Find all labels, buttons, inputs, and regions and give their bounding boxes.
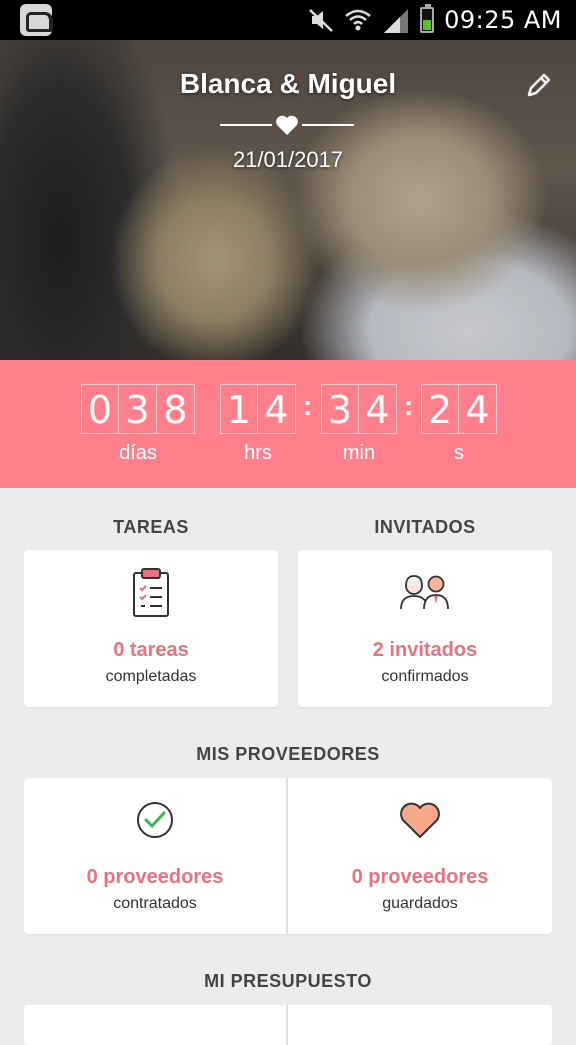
tareas-title: TAREAS	[113, 517, 189, 537]
invitados-title: INVITADOS	[374, 517, 476, 537]
contratados-subtitle: contratados	[113, 895, 197, 912]
countdown-separator: :	[303, 390, 313, 421]
countdown-digit: 2	[421, 384, 459, 434]
guardados-subtitle: guardados	[382, 895, 458, 912]
check-circle-icon	[137, 802, 173, 838]
countdown-days: 0 3 8	[81, 384, 195, 434]
guardados-count: 0 proveedores	[351, 866, 489, 888]
clipboard-icon	[133, 568, 169, 617]
invitados-count: 2 invitados	[372, 639, 478, 661]
card-divider	[286, 1005, 288, 1045]
proveedores-guardados[interactable]: 0 proveedores guardados	[288, 778, 552, 934]
guests-icon	[400, 575, 449, 610]
countdown-separator: :	[404, 390, 414, 421]
presupuesto-card[interactable]	[24, 1005, 552, 1045]
countdown-days-label: días	[119, 442, 157, 464]
status-icons: 09:25 AM	[308, 0, 562, 40]
countdown-digit: 0	[81, 384, 119, 434]
wifi-icon	[345, 9, 371, 31]
countdown-digit: 8	[157, 384, 195, 434]
presupuesto-title: MI PRESUPUESTO	[204, 971, 372, 991]
invitados-subtitle: confirmados	[381, 668, 469, 685]
wedding-date: 21/01/2017	[232, 147, 344, 172]
tareas-subtitle: completadas	[105, 668, 197, 685]
tareas-count: 0 tareas	[113, 639, 189, 661]
countdown-seconds: 2 4	[421, 384, 497, 434]
countdown-digit: 4	[459, 384, 497, 434]
countdown-digit: 3	[321, 384, 359, 434]
heart-icon	[400, 802, 440, 838]
app-icon	[20, 4, 53, 36]
countdown-seconds-label: s	[454, 442, 464, 464]
invitados-card[interactable]: 2 invitados confirmados	[298, 550, 552, 707]
clock: 09:25 AM	[444, 6, 562, 34]
tareas-card[interactable]: 0 tareas completadas	[24, 550, 278, 707]
proveedores-card: 0 proveedores contratados 0 proveedores …	[24, 778, 552, 934]
signal-icon	[384, 9, 409, 33]
heart-divider-icon	[276, 115, 298, 135]
hero-overlay: Blanca & Miguel 21/01/2017	[0, 40, 576, 360]
countdown-minutes-label: min	[342, 442, 376, 464]
battery-icon	[420, 4, 435, 33]
countdown-digit: 3	[119, 384, 157, 434]
contratados-count: 0 proveedores	[86, 866, 224, 888]
couple-name: Blanca & Miguel	[179, 68, 397, 99]
countdown-hours: 1 4	[220, 384, 296, 434]
countdown-minutes: 3 4	[321, 384, 397, 434]
countdown-digit: 4	[359, 384, 397, 434]
heart-divider	[220, 114, 354, 136]
countdown-banner: 0 3 8 1 4 : 3 4 : 2 4 días hrs min s	[0, 360, 576, 488]
mute-icon	[309, 9, 333, 32]
countdown-digit: 4	[258, 384, 296, 434]
status-bar: 09:25 AM	[0, 0, 576, 40]
countdown-digit: 1	[220, 384, 258, 434]
proveedores-title: MIS PROVEEDORES	[196, 744, 380, 764]
edit-pencil-icon[interactable]	[524, 70, 554, 100]
proveedores-contratados[interactable]: 0 proveedores contratados	[24, 778, 286, 934]
countdown-hours-label: hrs	[244, 442, 272, 464]
